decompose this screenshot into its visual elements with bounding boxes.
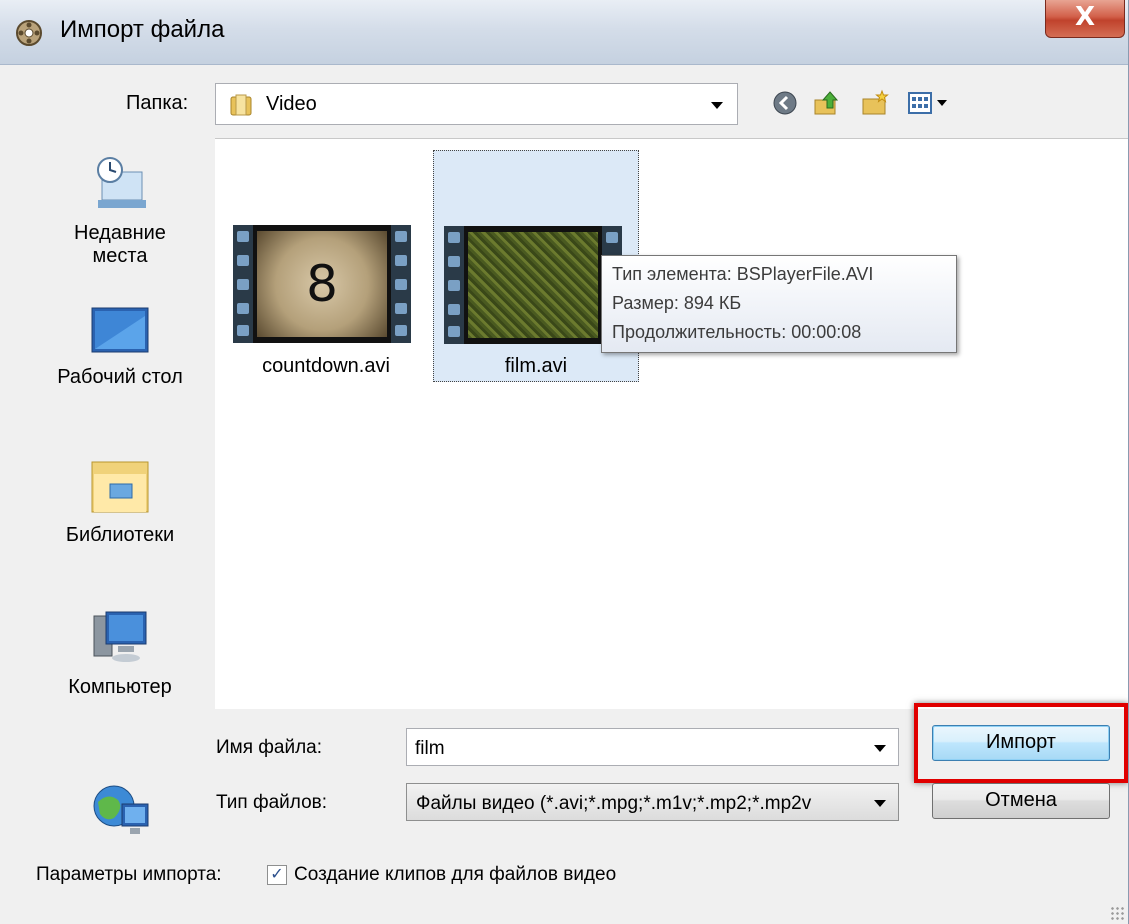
close-icon: X	[1074, 2, 1096, 32]
video-thumbnail: 8	[233, 225, 411, 343]
place-label: Недавние	[74, 222, 166, 244]
up-folder-icon[interactable]	[812, 88, 842, 118]
place-network[interactable]	[30, 778, 210, 848]
tooltip-type: Тип элемента: BSPlayerFile.AVI	[612, 264, 874, 284]
import-options-label: Параметры импорта:	[36, 864, 222, 885]
window-title: Импорт файла	[60, 16, 225, 43]
place-label: места	[92, 245, 148, 267]
app-icon	[16, 20, 42, 46]
filename-label: Имя файла:	[216, 737, 323, 758]
network-icon	[93, 785, 149, 834]
desktop-icon	[91, 307, 149, 353]
place-libraries[interactable]: Библиотеки	[30, 454, 210, 547]
view-menu-icon[interactable]	[906, 88, 958, 118]
filename-value: film	[415, 738, 445, 759]
place-label: Библиотеки	[65, 524, 175, 546]
thumb-number: 8	[306, 255, 338, 313]
filetype-dropdown[interactable]: Файлы видео (*.avi;*.mpg;*.m1v;*.mp2;*.m…	[406, 783, 899, 821]
close-button[interactable]: X	[1045, 0, 1125, 38]
import-file-dialog: Импорт файла X Папка: Video Недавние мес…	[0, 0, 1129, 924]
computer-icon	[93, 611, 147, 662]
video-thumbnail	[444, 226, 622, 344]
chevron-down-icon[interactable]	[874, 745, 886, 752]
cancel-button[interactable]: Отмена	[932, 783, 1110, 819]
file-item-countdown[interactable]: 8 countdown.avi	[231, 221, 421, 381]
file-list[interactable]: 8 countdown.avi film.avi	[215, 138, 1128, 709]
checkmark-icon: ✓	[270, 866, 284, 883]
file-info-tooltip: Тип элемента: BSPlayerFile.AVI Размер: 8…	[601, 255, 957, 353]
back-icon[interactable]	[770, 88, 800, 118]
folder-value: Video	[266, 93, 317, 115]
tooltip-size: Размер: 894 КБ	[612, 293, 742, 313]
place-desktop[interactable]: Рабочий стол	[30, 306, 210, 389]
folder-label: Папка:	[126, 92, 189, 114]
file-name: film.avi	[504, 355, 568, 377]
new-folder-icon[interactable]	[860, 88, 890, 118]
tooltip-duration: Продолжительность: 00:00:08	[612, 322, 862, 342]
place-label: Компьютер	[68, 676, 172, 698]
chevron-down-icon[interactable]	[711, 102, 723, 109]
create-clips-checkbox[interactable]: ✓	[267, 865, 287, 885]
resize-grip-icon[interactable]	[1110, 906, 1124, 920]
filetype-label: Тип файлов:	[216, 792, 328, 813]
places-bar: Недавние места Рабочий стол Библиотеки К…	[30, 138, 210, 834]
file-name: countdown.avi	[262, 355, 390, 377]
create-clips-label[interactable]: Создание клипов для файлов видео	[294, 864, 616, 886]
place-label: Рабочий стол	[57, 366, 183, 388]
recent-places-icon	[97, 157, 146, 208]
libraries-icon	[91, 461, 149, 513]
import-button[interactable]: Импорт	[932, 725, 1110, 761]
chevron-down-icon[interactable]	[874, 800, 886, 807]
title-bar[interactable]: Импорт файла X	[0, 0, 1128, 65]
place-recent[interactable]: Недавние места	[30, 152, 210, 268]
filetype-value: Файлы видео (*.avi;*.mpg;*.m1v;*.mp2;*.m…	[416, 793, 812, 814]
place-computer[interactable]: Компьютер	[30, 606, 210, 699]
folder-dropdown[interactable]: Video	[215, 83, 738, 125]
filename-input[interactable]: film	[406, 728, 899, 766]
folder-icon	[230, 94, 252, 116]
